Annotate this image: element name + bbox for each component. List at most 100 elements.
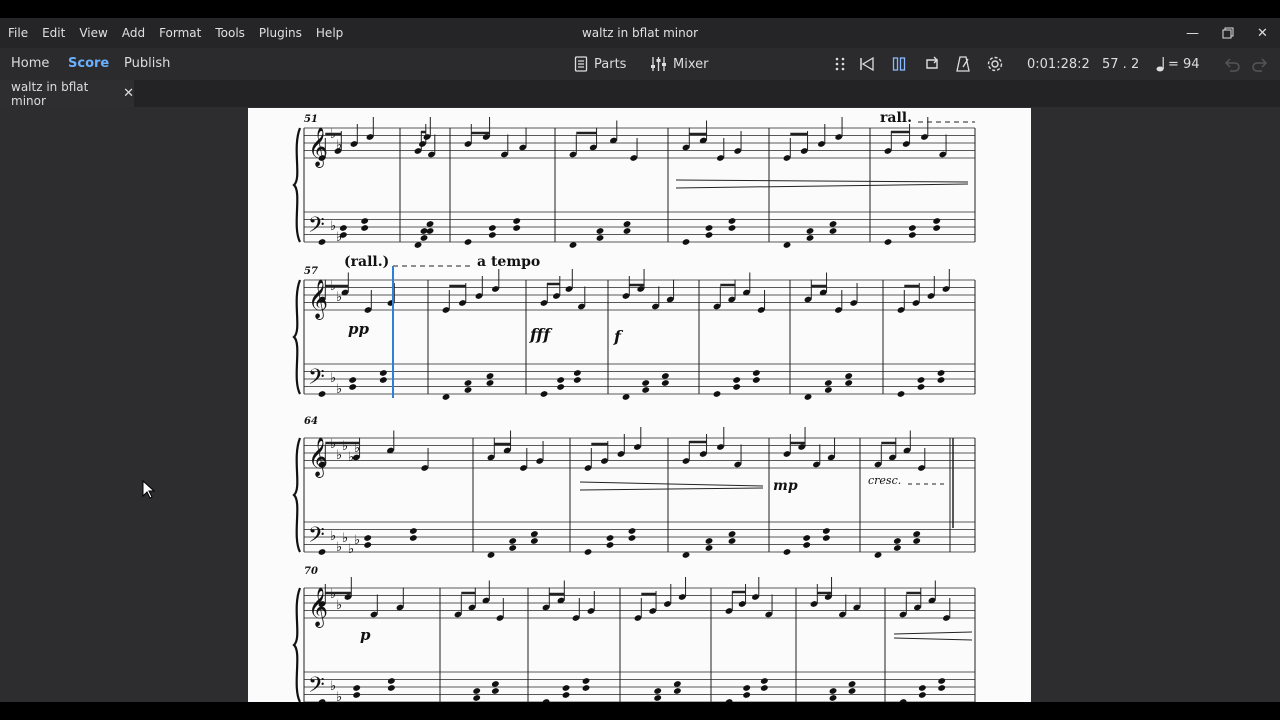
notehead [379, 370, 387, 376]
gear-icon [987, 56, 1003, 72]
hairpin [675, 179, 969, 183]
key-flat: ♭ [336, 290, 342, 305]
tempo-rall-paren: (rall.) [344, 254, 389, 270]
notehead [464, 387, 472, 393]
restore-icon[interactable] [1210, 18, 1245, 48]
menu-view[interactable]: View [72, 26, 114, 40]
notehead [364, 535, 372, 541]
undo-icon [1224, 58, 1240, 72]
notehead [760, 678, 768, 684]
menu-edit[interactable]: Edit [35, 26, 72, 40]
notehead [733, 384, 741, 390]
notehead [353, 685, 361, 691]
minimize-icon[interactable]: — [1175, 18, 1210, 48]
hairpin [893, 637, 973, 641]
mixer-button[interactable]: Mixer [650, 52, 708, 76]
document-tab-bar: waltz in bflat minor ✕ [0, 80, 1280, 108]
notehead [642, 380, 650, 386]
notehead [473, 688, 481, 694]
redo-button[interactable] [1251, 52, 1269, 76]
notehead [596, 228, 604, 234]
document-tab[interactable]: waltz in bflat minor ✕ [0, 80, 134, 108]
notehead [918, 685, 926, 691]
tab-score[interactable]: Score [68, 48, 109, 80]
tempo-value: = 94 [1168, 56, 1200, 72]
notehead [623, 228, 631, 234]
notehead [845, 380, 853, 386]
measure-number: 51 [304, 114, 318, 125]
mixer-icon [651, 57, 666, 71]
score-page[interactable]: 𝄞𝄢♭♭♭♭𝄞𝄢♭♭♭♭𝄞𝄢♭♭♭♭♭♭♭♭♭♭𝄞𝄢♭♭♭♭51576470ra… [248, 108, 1031, 702]
dynamic-pp: pp [348, 320, 369, 338]
tempo-display: = 94 [1156, 52, 1200, 76]
notehead [908, 232, 916, 238]
notehead [893, 545, 901, 551]
drag-handle[interactable] [834, 52, 846, 76]
notehead [728, 218, 736, 224]
menu-tools[interactable]: Tools [208, 26, 252, 40]
notehead [733, 377, 741, 383]
dynamic-p: p [360, 626, 371, 644]
key-flat: ♭ [336, 598, 342, 613]
notehead [897, 391, 905, 397]
notehead [409, 528, 417, 534]
notehead [361, 225, 369, 231]
tab-home[interactable]: Home [11, 48, 49, 80]
notehead [937, 377, 945, 383]
notehead [937, 370, 945, 376]
notehead [829, 688, 837, 694]
dynamic-cresc: cresc. [868, 474, 901, 487]
quarter-note-icon [1156, 57, 1164, 72]
dynamic-fff: fff [529, 325, 553, 344]
notehead [803, 535, 811, 541]
notehead [379, 377, 387, 383]
hairpin [579, 481, 764, 487]
playback-settings-button[interactable] [986, 52, 1004, 76]
notehead [822, 528, 830, 534]
menu-bar: File Edit View Add Format Tools Plugins … [0, 18, 350, 48]
menu-help[interactable]: Help [309, 26, 350, 40]
loop-icon [926, 56, 938, 69]
notehead [661, 380, 669, 386]
notehead [557, 377, 565, 383]
bottom-letterbox [0, 702, 1280, 720]
undo-button[interactable] [1223, 52, 1241, 76]
rewind-button[interactable] [858, 52, 876, 76]
tab-publish[interactable]: Publish [124, 48, 170, 80]
play-button[interactable] [891, 52, 907, 76]
menu-format[interactable]: Format [152, 26, 208, 40]
notehead [933, 225, 941, 231]
menu-plugins[interactable]: Plugins [252, 26, 309, 40]
notehead [918, 692, 926, 698]
main-toolbar: Home Score Publish Parts Mixer 0:01:28:2… [0, 48, 1280, 80]
tempo-a-tempo: a tempo [477, 254, 540, 270]
hairpin [675, 183, 969, 189]
notehead [752, 370, 760, 376]
notehead [803, 542, 811, 548]
notehead [848, 688, 856, 694]
bass-clef: 𝄢 [308, 213, 325, 243]
notehead [743, 692, 751, 698]
close-tab-icon[interactable]: ✕ [123, 86, 134, 101]
notehead [426, 228, 434, 234]
loop-button[interactable] [923, 52, 941, 76]
grand-staff-brace [292, 279, 302, 395]
notehead [473, 695, 481, 701]
menu-file[interactable]: File [0, 26, 35, 40]
grand-staff-brace [292, 437, 302, 553]
notehead [606, 542, 614, 548]
measure-number: 57 [304, 266, 318, 277]
key-flat: ♭ [354, 533, 360, 548]
notehead [573, 370, 581, 376]
close-icon[interactable]: ✕ [1245, 18, 1280, 48]
measure-number: 70 [304, 566, 318, 577]
notehead [824, 380, 832, 386]
score-canvas[interactable]: 𝄞𝄢♭♭♭♭𝄞𝄢♭♭♭♭𝄞𝄢♭♭♭♭♭♭♭♭♭♭𝄞𝄢♭♭♭♭51576470ra… [248, 108, 1031, 702]
metronome-button[interactable] [955, 52, 971, 76]
parts-button[interactable]: Parts [574, 52, 626, 76]
menu-add[interactable]: Add [115, 26, 152, 40]
key-flat: ♭ [336, 690, 342, 702]
notehead [705, 545, 713, 551]
notehead [584, 549, 592, 555]
notehead [705, 538, 713, 544]
